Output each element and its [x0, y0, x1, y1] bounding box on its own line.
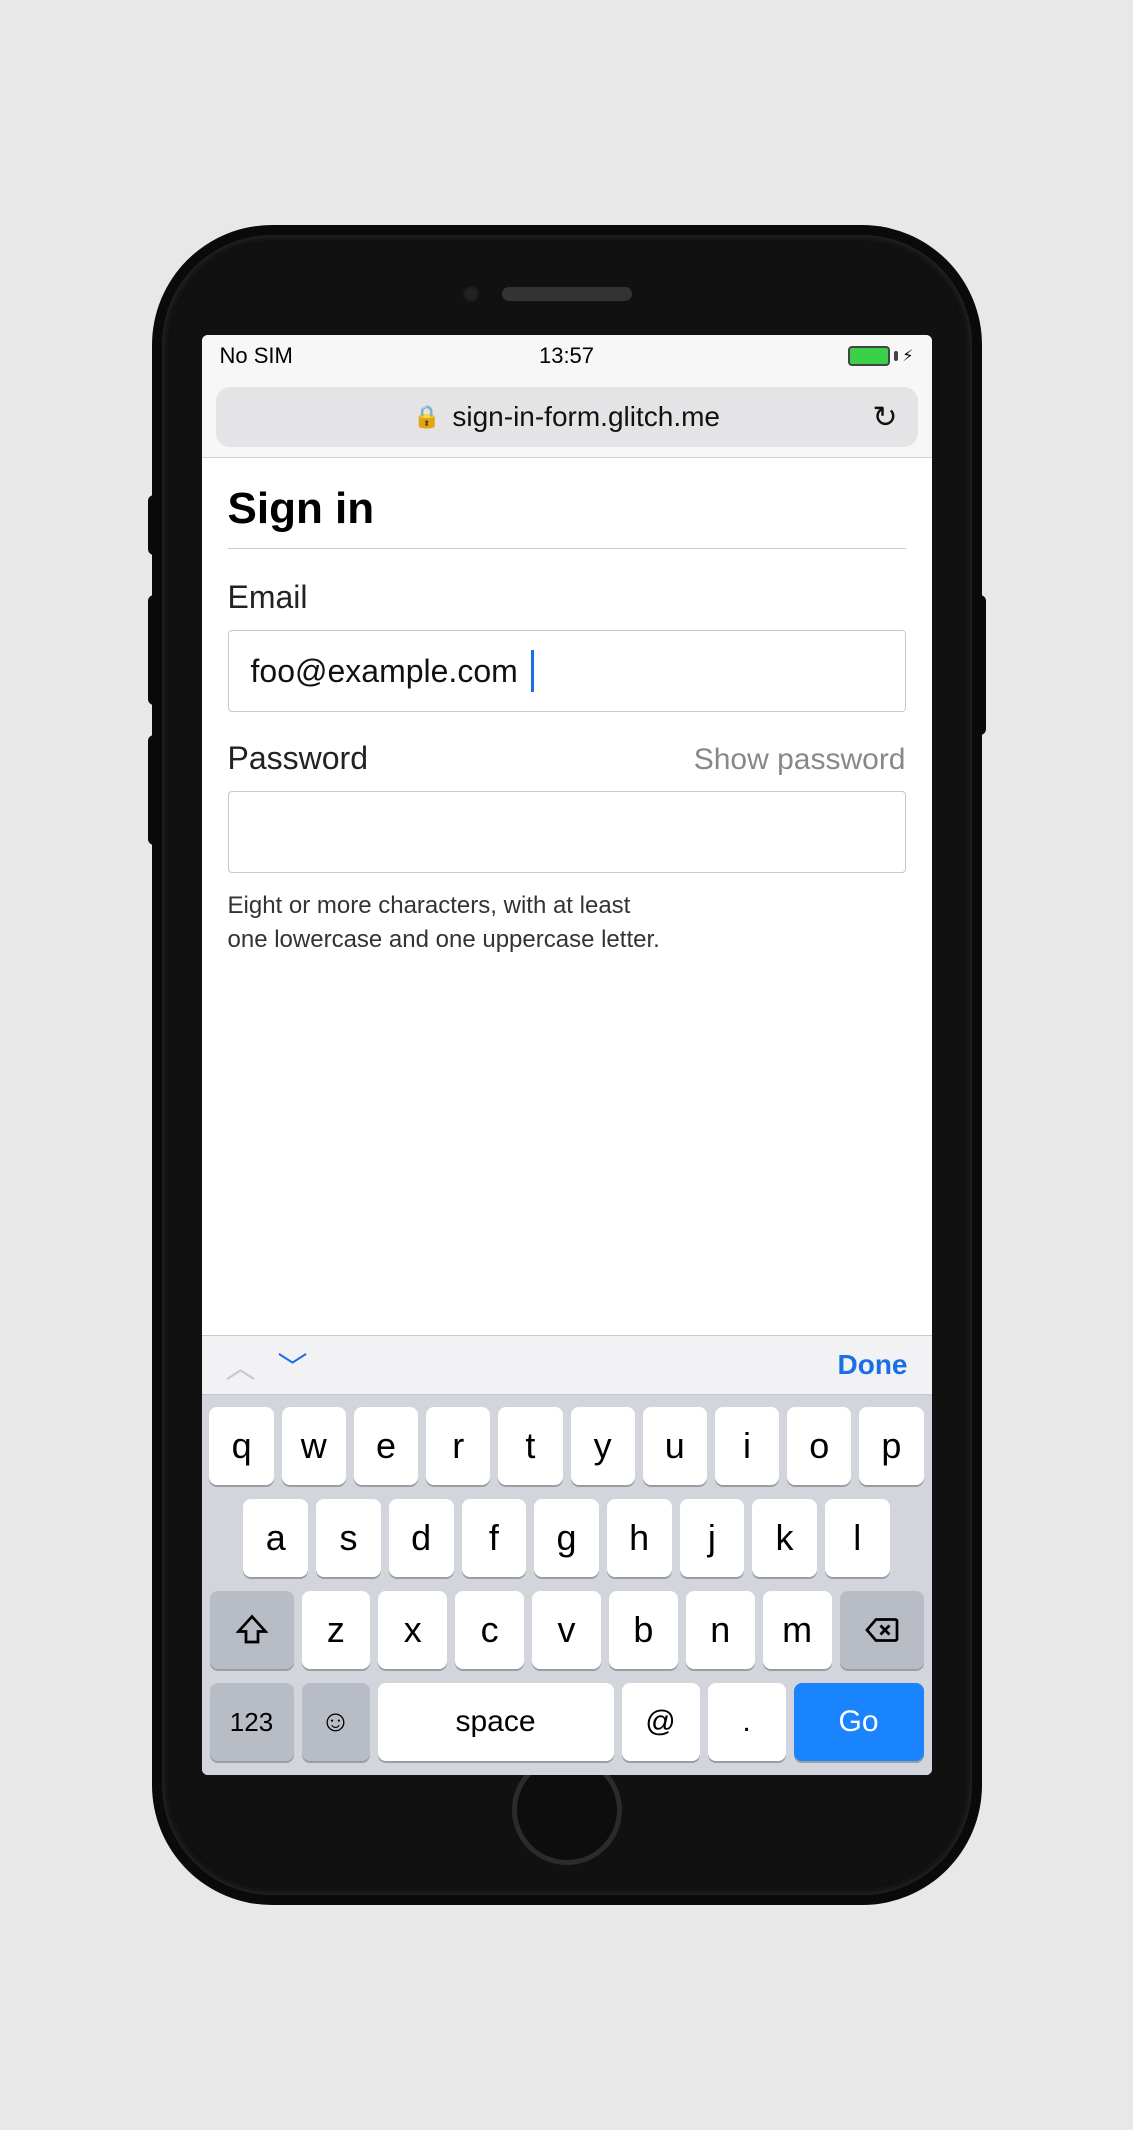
key-d[interactable]: d [389, 1499, 454, 1577]
power-button [972, 595, 986, 735]
address-bar[interactable]: 🔒 sign-in-form.glitch.me ↻ [216, 387, 918, 447]
done-button[interactable]: Done [838, 1349, 908, 1381]
screen: No SIM 13:57 ⚡︎ 🔒 sign-in-form.glitch.me… [202, 335, 932, 1775]
key-n[interactable]: n [686, 1591, 755, 1669]
url-text: sign-in-form.glitch.me [452, 401, 720, 433]
key-r[interactable]: r [426, 1407, 490, 1485]
front-camera [462, 285, 480, 303]
at-key[interactable]: @ [622, 1683, 700, 1761]
volume-up-button [148, 595, 162, 705]
prev-field-icon: ︿ [226, 1343, 256, 1387]
key-u[interactable]: u [643, 1407, 707, 1485]
earpiece-speaker [502, 287, 632, 301]
carrier-label: No SIM [220, 343, 293, 369]
key-a[interactable]: a [243, 1499, 308, 1577]
key-h[interactable]: h [607, 1499, 672, 1577]
phone-frame: No SIM 13:57 ⚡︎ 🔒 sign-in-form.glitch.me… [162, 235, 972, 1895]
battery-icon [848, 346, 890, 366]
keyboard-accessory-bar: ︿ ﹀ Done [202, 1335, 932, 1395]
volume-down-button [148, 735, 162, 845]
battery-indicator: ⚡︎ [848, 346, 913, 366]
key-p[interactable]: p [859, 1407, 923, 1485]
browser-toolbar: 🔒 sign-in-form.glitch.me ↻ [202, 377, 932, 458]
key-g[interactable]: g [534, 1499, 599, 1577]
emoji-key[interactable]: ☺ [302, 1683, 370, 1761]
shift-icon [234, 1612, 270, 1648]
lock-icon: 🔒 [413, 404, 440, 430]
key-m[interactable]: m [763, 1591, 832, 1669]
backspace-icon [864, 1612, 900, 1648]
key-e[interactable]: e [354, 1407, 418, 1485]
key-s[interactable]: s [316, 1499, 381, 1577]
key-j[interactable]: j [680, 1499, 745, 1577]
keyboard-row-3: zxcvbnm [210, 1591, 924, 1669]
key-x[interactable]: x [378, 1591, 447, 1669]
key-b[interactable]: b [609, 1591, 678, 1669]
password-field[interactable] [228, 791, 906, 873]
key-f[interactable]: f [462, 1499, 527, 1577]
emoji-icon: ☺ [320, 1705, 351, 1739]
key-y[interactable]: y [571, 1407, 635, 1485]
shift-key[interactable] [210, 1591, 294, 1669]
keyboard-row-4: 123 ☺ space @ . Go [210, 1683, 924, 1761]
status-bar: No SIM 13:57 ⚡︎ [202, 335, 932, 377]
key-w[interactable]: w [282, 1407, 346, 1485]
show-password-button[interactable]: Show password [694, 743, 906, 777]
on-screen-keyboard: qwertyuiop asdfghjkl zxcvbnm 123 ☺ space… [202, 1395, 932, 1775]
page-content: Sign in Email foo@example.com Password S… [202, 458, 932, 1335]
charging-icon: ⚡︎ [902, 346, 913, 366]
page-title: Sign in [228, 484, 906, 549]
password-hint: Eight or more characters, with at least … [228, 889, 906, 956]
key-c[interactable]: c [455, 1591, 524, 1669]
key-i[interactable]: i [715, 1407, 779, 1485]
keyboard-row-1: qwertyuiop [210, 1407, 924, 1485]
key-t[interactable]: t [498, 1407, 562, 1485]
number-mode-key[interactable]: 123 [210, 1683, 294, 1761]
reload-icon[interactable]: ↻ [872, 400, 897, 435]
key-l[interactable]: l [825, 1499, 890, 1577]
space-key[interactable]: space [378, 1683, 614, 1761]
go-key[interactable]: Go [794, 1683, 924, 1761]
key-z[interactable]: z [302, 1591, 371, 1669]
dot-key[interactable]: . [708, 1683, 786, 1761]
email-value: foo@example.com [251, 653, 518, 690]
backspace-key[interactable] [840, 1591, 924, 1669]
mute-switch [148, 495, 162, 555]
next-field-icon[interactable]: ﹀ [278, 1343, 308, 1387]
keyboard-row-2: asdfghjkl [210, 1499, 924, 1577]
clock: 13:57 [539, 343, 594, 369]
key-q[interactable]: q [209, 1407, 273, 1485]
key-o[interactable]: o [787, 1407, 851, 1485]
email-label: Email [228, 579, 906, 616]
password-label: Password [228, 740, 369, 777]
key-v[interactable]: v [532, 1591, 601, 1669]
email-field[interactable]: foo@example.com [228, 630, 906, 712]
key-k[interactable]: k [752, 1499, 817, 1577]
